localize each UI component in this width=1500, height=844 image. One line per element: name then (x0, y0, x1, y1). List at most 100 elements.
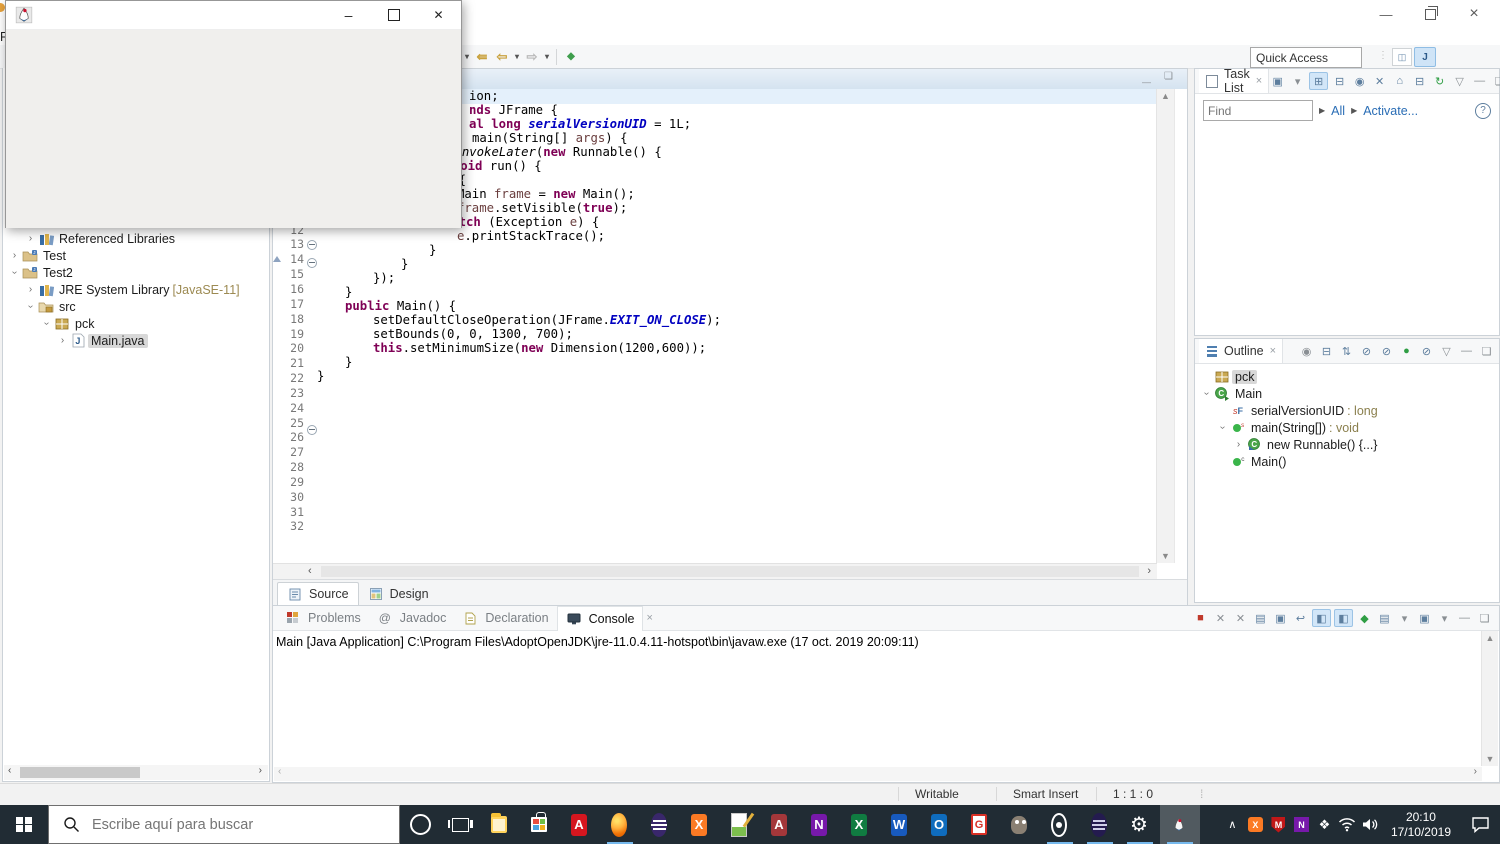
close-icon[interactable]: × (1270, 345, 1276, 357)
view-menu-icon[interactable]: ▽ (1451, 73, 1468, 89)
presentation-icon[interactable]: ◉ (1351, 73, 1368, 89)
console-view-tab-declaration[interactable]: Declaration (454, 606, 556, 630)
outline-item-pck[interactable]: pck (1195, 368, 1499, 385)
scroll-up-icon[interactable]: ▲ (1482, 633, 1498, 643)
eclipse-close-button[interactable]: × (1452, 1, 1496, 27)
pin-editor-icon[interactable]: ◆ (561, 48, 581, 66)
console-view-tab-console[interactable]: Console (556, 605, 644, 631)
tree-expand-icon[interactable]: › (23, 233, 38, 244)
taskbar-mail-button[interactable]: G (960, 805, 1000, 844)
java-app-window[interactable]: – ✕ (5, 0, 462, 228)
forward-icon[interactable]: ⇨ (522, 48, 542, 66)
open-console-icon[interactable]: ▣ (1416, 610, 1433, 626)
scroll-thumb[interactable] (20, 767, 140, 778)
close-icon[interactable]: × (646, 612, 652, 624)
search-tasks-icon[interactable]: ⌂ (1391, 73, 1408, 89)
volume-icon[interactable] (1359, 805, 1382, 844)
start-button[interactable] (0, 805, 48, 844)
editor-hscrollbar[interactable]: ‹ › (273, 563, 1157, 580)
explorer-item-test[interactable]: › J Test (3, 247, 269, 264)
editor-vscrollbar[interactable]: ▲ ▼ (1156, 89, 1174, 563)
scroll-left-icon[interactable]: ‹ (8, 765, 11, 776)
editor-minimize-icon[interactable]: — (1142, 72, 1151, 90)
clear-console-icon[interactable]: ▤ (1252, 610, 1269, 626)
outline-item-new-runnable[interactable]: › Cnew Runnable() {...} (1195, 436, 1499, 453)
display-console-dropdown-icon[interactable]: ▾ (1396, 610, 1413, 626)
back-dropdown-icon[interactable]: ▾ (512, 48, 522, 66)
editor-tab-design[interactable]: Design (359, 583, 438, 605)
tree-expand-icon[interactable]: › (55, 335, 70, 346)
maximize-button[interactable] (371, 1, 416, 29)
scroll-down-icon[interactable]: ▼ (1157, 551, 1174, 561)
dropdown-icon[interactable]: ▾ (462, 48, 472, 66)
task-list-tab[interactable]: Task List × (1199, 67, 1270, 95)
explorer-item-test2[interactable]: › J Test2 (3, 264, 269, 281)
taskbar-microsoft-store-button[interactable] (520, 805, 560, 844)
eclipse-restore-button[interactable] (1408, 1, 1452, 27)
outline-item-main-string[interactable]: › s main(String[]) : void (1195, 419, 1499, 436)
xampp-tray-icon[interactable]: X (1244, 805, 1267, 844)
open-perspective-icon[interactable]: ◫ (1392, 48, 1412, 66)
taskbar-word-button[interactable]: W (880, 805, 920, 844)
remove-launch-icon[interactable]: ✕ (1212, 610, 1229, 626)
minimize-icon[interactable]: — (1456, 610, 1473, 626)
task-filter-all-link[interactable]: All (1331, 104, 1345, 118)
cortana-icon[interactable] (400, 805, 440, 844)
explorer-item-referenced-libraries[interactable]: › Referenced Libraries (3, 230, 269, 247)
close-icon[interactable]: × (1256, 75, 1262, 87)
tree-expand-icon[interactable]: › (7, 250, 22, 261)
package-explorer-hscrollbar[interactable]: ‹ › (4, 765, 268, 780)
scroll-left-icon[interactable]: ‹ (278, 766, 281, 777)
taskbar-java-app-button[interactable] (1160, 805, 1200, 844)
back-to-last-edit-icon[interactable]: ⇚ (472, 48, 492, 66)
help-icon[interactable]: ? (1475, 102, 1491, 119)
task-activate-link[interactable]: Activate... (1363, 104, 1418, 118)
taskbar-excel-button[interactable]: X (840, 805, 880, 844)
word-wrap-icon[interactable]: ↩ (1292, 610, 1309, 626)
collapse-all-icon[interactable]: ⊟ (1411, 73, 1428, 89)
scroll-up-icon[interactable]: ▲ (1157, 91, 1174, 101)
explorer-item-pck[interactable]: › pck (3, 315, 269, 332)
scroll-down-icon[interactable]: ▼ (1482, 754, 1498, 764)
collapse-all-icon[interactable]: ⊟ (1318, 343, 1335, 359)
taskbar-gimp-button[interactable] (1000, 805, 1040, 844)
tree-collapse-icon[interactable]: › (1217, 420, 1228, 435)
back-icon[interactable]: ⇦ (492, 48, 512, 66)
forward-dropdown-icon[interactable]: ▾ (542, 48, 552, 66)
tree-collapse-icon[interactable]: › (9, 265, 20, 280)
show-stdout-icon[interactable]: ◧ (1312, 609, 1331, 627)
hide-non-public-icon[interactable]: ● (1398, 343, 1415, 359)
sort-icon[interactable]: ⇅ (1338, 343, 1355, 359)
hide-local-types-icon[interactable]: ⊘ (1418, 343, 1435, 359)
pin-console-icon[interactable]: ◆ (1356, 610, 1373, 626)
task-view-icon[interactable] (440, 805, 480, 844)
action-center-icon[interactable] (1460, 805, 1500, 844)
open-console-dropdown-icon[interactable]: ▾ (1436, 610, 1453, 626)
explorer-item-main-java[interactable]: › J Main.java (3, 332, 269, 349)
fold-collapse-icon[interactable] (306, 258, 317, 269)
editor-maximize-icon[interactable]: ❏ (1164, 71, 1173, 82)
java-perspective-icon[interactable]: J (1414, 47, 1436, 67)
tray-chevron-icon[interactable]: ∧ (1221, 805, 1244, 844)
maximize-icon[interactable]: ❏ (1476, 610, 1493, 626)
taskbar-file-explorer-button[interactable] (480, 805, 520, 844)
hide-static-members-icon[interactable]: ⊘ (1378, 343, 1395, 359)
taskbar-eclipse-button[interactable] (640, 805, 680, 844)
categorized-icon[interactable]: ⊞ (1309, 72, 1329, 90)
taskbar-acrobat-button[interactable]: A (560, 805, 600, 844)
fold-collapse-icon[interactable] (306, 240, 317, 251)
tree-collapse-icon[interactable]: › (25, 299, 36, 314)
taskbar-xampp-button[interactable]: X (680, 805, 720, 844)
minimize-button[interactable]: – (326, 1, 371, 29)
taskbar-firefox-button[interactable] (600, 805, 640, 844)
taskbar-search[interactable] (48, 805, 400, 844)
outline-item-main[interactable]: c Main() (1195, 453, 1499, 470)
console-vscrollbar[interactable]: ▲ ▼ (1481, 631, 1498, 766)
scroll-thumb[interactable] (321, 566, 1139, 577)
maximize-icon[interactable]: ❏ (1491, 73, 1500, 89)
explorer-item-jre-system-library[interactable]: › JRE System Library [JavaSE-11] (3, 281, 269, 298)
console-hscrollbar[interactable]: ‹ › (274, 766, 1482, 781)
fold-collapse-icon[interactable] (306, 424, 317, 435)
scroll-right-icon[interactable]: › (1474, 766, 1477, 777)
hide-fields-icon[interactable]: ⊘ (1358, 343, 1375, 359)
